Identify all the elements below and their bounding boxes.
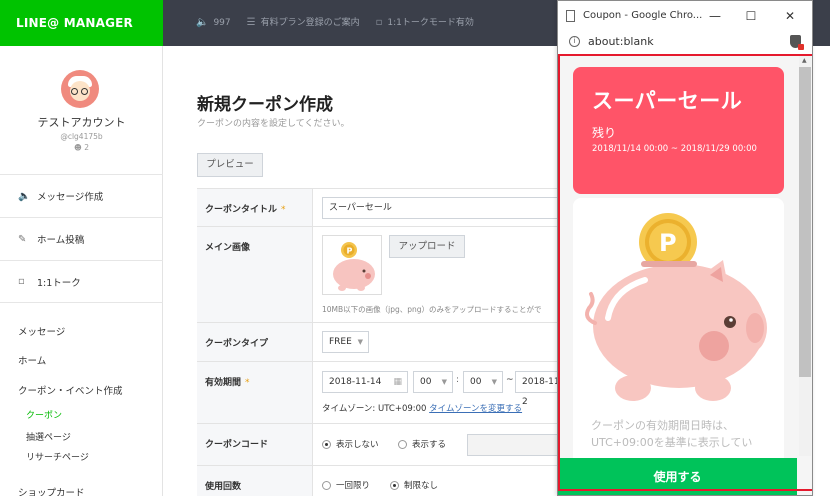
required-mark: * (245, 378, 250, 388)
type-label: クーポンタイプ (197, 323, 313, 361)
piggy-bank-thumbnail-icon: P (333, 242, 375, 291)
address-bar: i about:blank (558, 32, 812, 54)
coupon-preview-window: Coupon - Google Chro... — ☐ ✕ i about:bl… (557, 0, 813, 496)
minimize-button[interactable]: — (705, 6, 725, 26)
usage-unlimited-radio[interactable]: 制限なし (390, 479, 438, 491)
timezone-change-link[interactable]: タイムゾーンを変更する (429, 404, 522, 414)
sidebar-item-research[interactable]: リサーチページ (26, 450, 89, 463)
sidebar-item-label: 1:1トーク (37, 277, 81, 289)
calendar-icon: ▦ (393, 377, 402, 387)
app-logo[interactable]: LINE@ MANAGER (0, 0, 163, 46)
row-usage: 使用回数 一回限り 制限なし (197, 466, 567, 496)
period-separator: ~ (506, 375, 514, 385)
type-select[interactable]: FREE ▼ (322, 331, 369, 353)
period-label: 有効期間 * (197, 362, 313, 423)
person-icon: ☻ (74, 143, 82, 152)
sidebar-item-shopcard[interactable]: ショップカード (18, 485, 85, 496)
plan-link-label[interactable]: 有料プラン登録のご案内 (261, 0, 360, 46)
database-icon: ☰ (246, 17, 256, 28)
account-friends-count: 2 (84, 143, 89, 152)
account-friends: ☻ 2 (0, 143, 163, 152)
start-date-input[interactable]: 2018-11-14 ▦ (322, 371, 408, 393)
chat-icon: ▫ (375, 17, 383, 28)
row-code: クーポンコード 表示しない 表示する (197, 424, 567, 466)
type-select-value: FREE (329, 337, 352, 347)
edit-icon: ✎ (18, 233, 27, 245)
address-url[interactable]: about:blank (588, 35, 654, 48)
sidebar-item-talk[interactable]: ▫ 1:1トーク (0, 260, 163, 303)
sidebar-item-message-create[interactable]: 🔈 メッセージ作成 (0, 174, 163, 217)
document-icon (566, 10, 575, 22)
code-show-radio[interactable]: 表示する (398, 438, 446, 450)
friend-count-value: 997 (213, 18, 231, 28)
row-type: クーポンタイプ FREE ▼ (197, 323, 567, 362)
code-hide-radio[interactable]: 表示しない (322, 438, 379, 450)
preview-content: スーパーセール 残り 2018/11/14 00:00 ~ 2018/11/29… (558, 54, 812, 495)
code-input[interactable] (467, 434, 567, 456)
info-icon[interactable]: i (569, 36, 580, 47)
sidebar-item-label: ホーム投稿 (37, 235, 85, 246)
image-label: メイン画像 (197, 227, 313, 322)
start-hour-select[interactable]: 00 ▼ (413, 371, 453, 393)
usage-label: 使用回数 (197, 466, 313, 496)
close-button[interactable]: ✕ (780, 6, 800, 26)
sidebar-item-home-post[interactable]: ✎ ホーム投稿 (0, 217, 163, 260)
preview-button[interactable]: プレビュー (197, 153, 263, 177)
account-id: @clg4175b (60, 132, 103, 141)
top-info: 🔈 997 ☰ 有料プラン登録のご案内 ▫ 1:1トークモード有効 (196, 0, 474, 46)
row-period: 有効期間 * 2018-11-14 ▦ 00 ▼ : 00 ▼ ~ 2018-11-2… (197, 362, 567, 424)
chat-mode-label[interactable]: 1:1トークモード有効 (387, 0, 474, 46)
plan-link[interactable]: ☰ 有料プラン登録のご案内 (247, 0, 360, 46)
highlight-frame (558, 54, 812, 491)
svg-text:P: P (347, 247, 353, 256)
upload-button[interactable]: アップロード (389, 235, 465, 258)
chevron-down-icon: ▼ (357, 338, 363, 346)
avatar[interactable] (61, 70, 99, 108)
speaker-icon: 🔈 (196, 17, 209, 28)
sidebar-item-message[interactable]: メッセージ (18, 324, 65, 338)
sidebar-item-coupon[interactable]: クーポン (26, 408, 62, 421)
sidebar-item-lottery[interactable]: 抽選ページ (26, 430, 71, 443)
account-name: テストアカウント (37, 116, 126, 129)
sidebar-item-home[interactable]: ホーム (18, 353, 46, 367)
chat-icon: ▫ (18, 276, 25, 287)
shield-icon[interactable] (790, 35, 804, 50)
code-label: クーポンコード (197, 424, 313, 465)
chevron-down-icon: ▼ (441, 378, 447, 386)
sidebar-item-label: メッセージ作成 (37, 192, 104, 203)
coupon-form: クーポンタイトル * スーパーセール メイン画像 P アップロード 10MB以下の… (197, 188, 567, 496)
sidebar-item-coupon-event[interactable]: クーポン・イベント作成 (18, 383, 123, 397)
chat-mode[interactable]: ▫ 1:1トークモード有効 (376, 0, 474, 46)
timezone-text: タイムゾーン: UTC+09:00 タイムゾーンを変更する (322, 404, 523, 414)
title-label: クーポンタイトル * (197, 189, 313, 226)
row-image: メイン画像 P アップロード 10MB以下の画像（jpg、png）のみをアップロ… (197, 227, 567, 323)
title-input[interactable]: スーパーセール (322, 197, 567, 219)
required-mark: * (281, 205, 286, 215)
sidebar: テストアカウント @clg4175b ☻ 2 🔈 メッセージ作成 ✎ ホーム投稿… (0, 46, 163, 496)
maximize-button[interactable]: ☐ (741, 6, 761, 26)
speaker-icon: 🔈 (18, 190, 31, 202)
window-title: Coupon - Google Chro... (583, 10, 703, 21)
time-colon: : (456, 375, 460, 385)
page-subtitle: クーポンの内容を設定してください。 (197, 119, 350, 129)
image-thumbnail: P (322, 235, 382, 295)
image-hint: 10MB以下の画像（jpg、png）のみをアップロードすることがで (322, 305, 542, 314)
window-titlebar: Coupon - Google Chro... — ☐ ✕ (558, 1, 812, 32)
usage-once-radio[interactable]: 一回限り (322, 479, 370, 491)
chevron-down-icon: ▼ (491, 378, 497, 386)
start-minute-select[interactable]: 00 ▼ (463, 371, 503, 393)
friend-count: 🔈 997 (196, 0, 231, 46)
page-title: 新規クーポン作成 (197, 95, 333, 115)
row-title: クーポンタイトル * スーパーセール (197, 189, 567, 227)
